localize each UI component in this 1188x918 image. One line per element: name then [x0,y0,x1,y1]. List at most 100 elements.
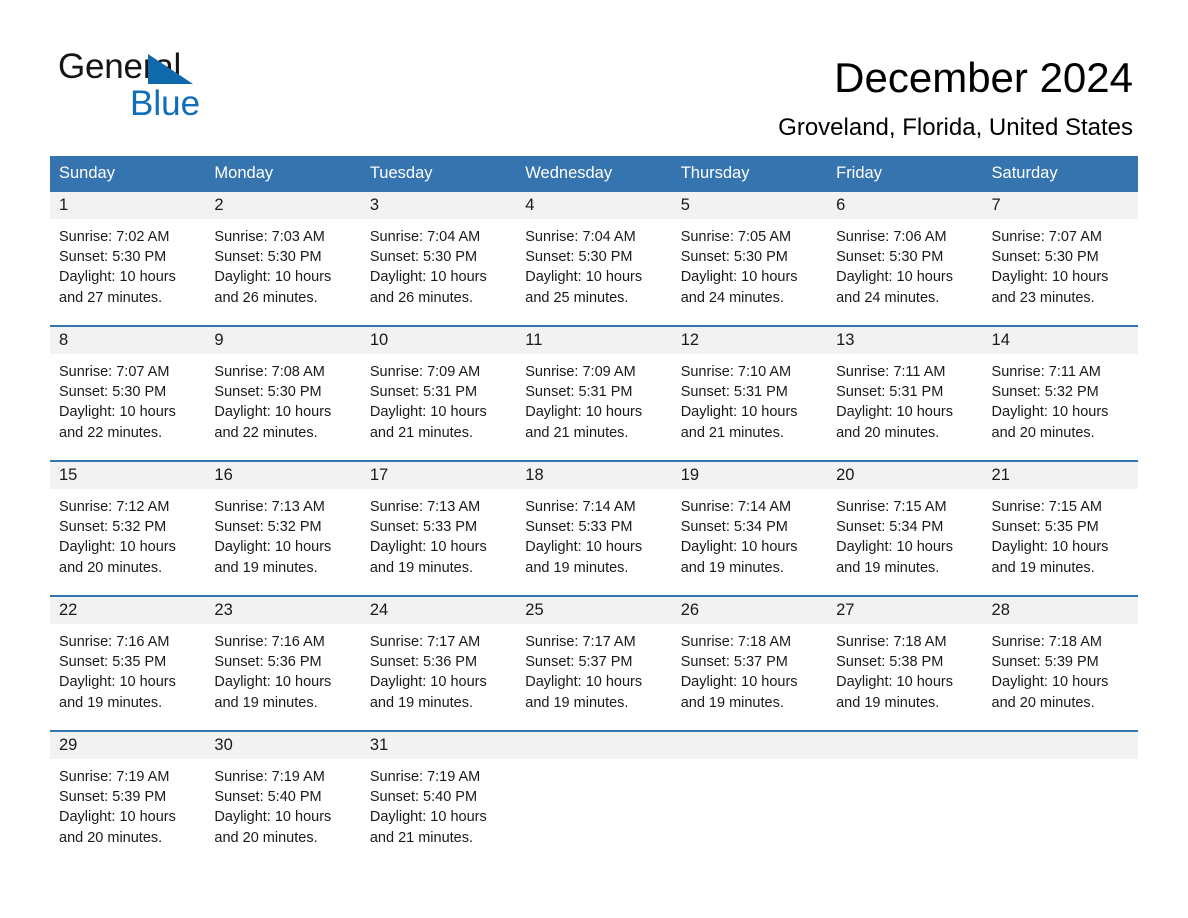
day-cell-inner: 14 Sunrise: 7:11 AM Sunset: 5:32 PM Dayligh… [982,327,1138,460]
calendar-header-row: Sunday Monday Tuesday Wednesday Thursday… [50,156,1138,192]
daylight-duration-line2: and 20 minutes. [836,424,940,441]
sunset-time: Sunset: 5:39 PM [991,654,1099,671]
calendar-day-cell[interactable]: 23 Sunrise: 7:16 AM Sunset: 5:36 PM Dayligh… [205,595,361,731]
calendar-day-cell[interactable]: 1 Sunrise: 7:02 AM Sunset: 5:30 PM Daylight… [50,192,206,326]
calendar-empty-cell [982,730,1138,865]
day-number: 12 [671,327,828,354]
calendar-day-cell[interactable]: 30 Sunrise: 7:19 AM Sunset: 5:40 PM Dayligh… [205,730,361,865]
sunrise-time: Sunrise: 7:11 AM [836,364,946,380]
daylight-duration-line2: and 22 minutes. [59,424,163,441]
daylight-duration-line1: Daylight: 10 hours [991,404,1109,421]
calendar-day-cell[interactable]: 7 Sunrise: 7:07 AM Sunset: 5:30 PM Daylight… [982,192,1138,326]
day-number: 29 [50,732,206,759]
day-cell-inner: 26 Sunrise: 7:18 AM Sunset: 5:37 PM Dayligh… [671,597,828,730]
day-number: 30 [205,732,361,759]
calendar-day-cell[interactable]: 26 Sunrise: 7:18 AM Sunset: 5:37 PM Dayligh… [671,595,828,731]
daylight-duration-line2: and 19 minutes. [836,694,940,711]
sunset-time: Sunset: 5:31 PM [680,384,788,401]
calendar-day-cell[interactable]: 4 Sunrise: 7:04 AM Sunset: 5:30 PM Daylight… [516,192,672,326]
calendar-table: Sunday Monday Tuesday Wednesday Thursday… [50,156,1138,865]
day-number: 2 [205,192,361,219]
calendar-day-cell[interactable]: 14 Sunrise: 7:11 AM Sunset: 5:32 PM Dayligh… [982,325,1138,461]
calendar-day-cell[interactable]: 15 Sunrise: 7:12 AM Sunset: 5:32 PM Dayligh… [50,460,206,596]
daylight-duration-line1: Daylight: 10 hours [59,809,176,826]
daylight-duration-line2: and 27 minutes. [59,289,163,306]
sunset-time: Sunset: 5:30 PM [836,249,944,266]
day-number [516,732,672,759]
sunrise-time: Sunrise: 7:19 AM [59,769,170,785]
sunrise-time: Sunrise: 7:16 AM [214,634,325,650]
sunset-time: Sunset: 5:30 PM [680,249,788,266]
day-cell-inner: 20 Sunrise: 7:15 AM Sunset: 5:34 PM Dayligh… [827,462,983,595]
daylight-duration-line2: and 19 minutes. [369,559,474,576]
calendar-day-cell[interactable]: 16 Sunrise: 7:13 AM Sunset: 5:32 PM Dayligh… [205,460,361,596]
page-header: General Blue December 2024 Groveland, Fl… [0,0,1188,142]
calendar-day-cell[interactable]: 28 Sunrise: 7:18 AM Sunset: 5:39 PM Dayligh… [982,595,1138,731]
sunrise-time: Sunrise: 7:19 AM [214,769,325,785]
day-details: Sunrise: 7:06 AM Sunset: 5:30 PM Daylight:… [827,219,982,308]
day-cell-inner: 10 Sunrise: 7:09 AM Sunset: 5:31 PM Dayligh… [360,327,517,460]
sunrise-time: Sunrise: 7:17 AM [369,634,481,650]
calendar-day-cell[interactable]: 13 Sunrise: 7:11 AM Sunset: 5:31 PM Dayligh… [827,325,983,461]
day-cell-inner [671,732,828,865]
page-subtitle-location: Groveland, Florida, United States [778,114,1133,141]
calendar-day-cell[interactable]: 12 Sunrise: 7:10 AM Sunset: 5:31 PM Dayligh… [671,325,828,461]
calendar-week-row: 29 Sunrise: 7:19 AM Sunset: 5:39 PM Dayligh… [50,730,1138,865]
day-details: Sunrise: 7:17 AM Sunset: 5:36 PM Daylight:… [361,624,516,713]
sunset-time: Sunset: 5:31 PM [369,384,478,401]
calendar-day-cell[interactable]: 21 Sunrise: 7:15 AM Sunset: 5:35 PM Dayligh… [982,460,1138,596]
calendar-week-row: 22 Sunrise: 7:16 AM Sunset: 5:35 PM Dayligh… [50,595,1138,731]
day-cell-inner: 30 Sunrise: 7:19 AM Sunset: 5:40 PM Dayligh… [205,732,361,865]
calendar-day-cell[interactable]: 25 Sunrise: 7:17 AM Sunset: 5:37 PM Dayligh… [516,595,672,731]
calendar-day-cell[interactable]: 20 Sunrise: 7:15 AM Sunset: 5:34 PM Dayligh… [827,460,983,596]
daylight-duration-line2: and 20 minutes. [991,424,1095,441]
day-number: 5 [671,192,828,219]
sunset-time: Sunset: 5:35 PM [59,654,167,671]
day-cell-inner: 24 Sunrise: 7:17 AM Sunset: 5:36 PM Dayligh… [360,597,517,730]
daylight-duration-line1: Daylight: 10 hours [991,539,1109,556]
calendar-week-row: 1 Sunrise: 7:02 AM Sunset: 5:30 PM Daylight… [50,192,1138,326]
daylight-duration-line2: and 19 minutes. [991,559,1095,576]
calendar-day-cell[interactable]: 2 Sunrise: 7:03 AM Sunset: 5:30 PM Daylight… [205,192,361,326]
calendar-day-cell[interactable]: 5 Sunrise: 7:05 AM Sunset: 5:30 PM Daylight… [671,192,828,326]
day-cell-inner: 28 Sunrise: 7:18 AM Sunset: 5:39 PM Dayligh… [982,597,1138,730]
sunrise-time: Sunrise: 7:13 AM [369,499,481,515]
weekday-header-saturday: Saturday [982,156,1138,192]
daylight-duration-line1: Daylight: 10 hours [836,404,953,421]
calendar-day-cell[interactable]: 11 Sunrise: 7:09 AM Sunset: 5:31 PM Dayligh… [516,325,672,461]
daylight-duration-line1: Daylight: 10 hours [369,539,487,556]
calendar-day-cell[interactable]: 9 Sunrise: 7:08 AM Sunset: 5:30 PM Daylight… [205,325,361,461]
daylight-duration-line2: and 19 minutes. [836,559,940,576]
sunset-time: Sunset: 5:30 PM [59,384,167,401]
day-details: Sunrise: 7:19 AM Sunset: 5:40 PM Daylight:… [361,759,516,848]
day-cell-inner: 27 Sunrise: 7:18 AM Sunset: 5:38 PM Dayligh… [827,597,983,730]
calendar-day-cell[interactable]: 24 Sunrise: 7:17 AM Sunset: 5:36 PM Dayligh… [360,595,517,731]
day-details: Sunrise: 7:11 AM Sunset: 5:31 PM Daylight:… [827,354,982,443]
calendar-day-cell[interactable]: 17 Sunrise: 7:13 AM Sunset: 5:33 PM Dayligh… [360,460,517,596]
calendar-day-cell[interactable]: 6 Sunrise: 7:06 AM Sunset: 5:30 PM Daylight… [827,192,983,326]
sunset-time: Sunset: 5:36 PM [214,654,322,671]
calendar-day-cell[interactable]: 31 Sunrise: 7:19 AM Sunset: 5:40 PM Dayligh… [360,730,517,865]
day-number: 17 [360,462,517,489]
daylight-duration-line1: Daylight: 10 hours [214,539,332,556]
daylight-duration-line1: Daylight: 10 hours [59,269,176,286]
day-details: Sunrise: 7:18 AM Sunset: 5:37 PM Daylight:… [672,624,827,713]
calendar-day-cell[interactable]: 22 Sunrise: 7:16 AM Sunset: 5:35 PM Dayligh… [50,595,206,731]
weekday-header-friday: Friday [827,156,983,192]
sunset-time: Sunset: 5:30 PM [59,249,167,266]
calendar-day-cell[interactable]: 29 Sunrise: 7:19 AM Sunset: 5:39 PM Dayligh… [50,730,206,865]
calendar-empty-cell [516,730,672,865]
calendar-day-cell[interactable]: 10 Sunrise: 7:09 AM Sunset: 5:31 PM Dayligh… [360,325,517,461]
daylight-duration-line1: Daylight: 10 hours [214,269,332,286]
weekday-header-wednesday: Wednesday [516,156,672,192]
general-blue-logo[interactable]: General Blue [58,48,358,128]
weekday-header-monday: Monday [205,156,361,192]
calendar-day-cell[interactable]: 27 Sunrise: 7:18 AM Sunset: 5:38 PM Dayligh… [827,595,983,731]
calendar-day-cell[interactable]: 3 Sunrise: 7:04 AM Sunset: 5:30 PM Daylight… [360,192,517,326]
calendar-day-cell[interactable]: 18 Sunrise: 7:14 AM Sunset: 5:33 PM Dayligh… [516,460,672,596]
daylight-duration-line1: Daylight: 10 hours [214,674,332,691]
calendar-day-cell[interactable]: 19 Sunrise: 7:14 AM Sunset: 5:34 PM Dayligh… [671,460,828,596]
day-details: Sunrise: 7:09 AM Sunset: 5:31 PM Daylight:… [516,354,671,443]
sunset-time: Sunset: 5:30 PM [525,249,633,266]
calendar-day-cell[interactable]: 8 Sunrise: 7:07 AM Sunset: 5:30 PM Daylight… [50,325,206,461]
